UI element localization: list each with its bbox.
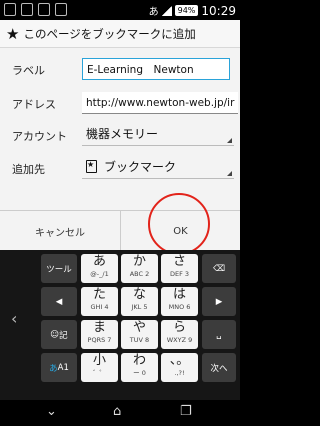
label-label: ラベル [12, 64, 45, 77]
mode-label: A1 [57, 362, 69, 373]
key-ta[interactable]: た GHI 4 [81, 287, 118, 316]
backspace-key[interactable]: ⌫ [202, 254, 236, 283]
dialog-title-bar: ★ このページをブックマークに追加 [0, 20, 240, 48]
clock: 10:29 [201, 3, 236, 18]
mode-switch-icon: あ [49, 363, 58, 374]
bookmark-folder-icon [86, 160, 97, 173]
dropdown-arrow-icon [227, 171, 232, 176]
arrow-right-icon: ▶ [215, 296, 223, 307]
symbol-label: 記 [59, 330, 68, 341]
input-mode-key[interactable]: あ A1 [41, 353, 77, 382]
account-value: 機器メモリー [86, 127, 159, 141]
software-keyboard: ‹ ツール ◀ ☺ 記 あ A1 あ @-_/1 か ABC 2 さ DEF 3 た GHI… [0, 250, 240, 400]
navigation-bar: ⌄ ⌂ ❐ [0, 400, 240, 426]
tool-key[interactable]: ツール [41, 254, 77, 283]
label-input[interactable]: E-Learning Newton [82, 58, 230, 80]
account-label: アカウント [12, 130, 67, 143]
emoji-icon: ☺ [50, 329, 60, 340]
app-icon [4, 3, 16, 16]
add-to-label: 追加先 [12, 163, 45, 176]
key-ra[interactable]: ら WXYZ 9 [161, 320, 198, 349]
dialog-title: このページをブックマークに追加 [23, 26, 196, 41]
arrow-left-key[interactable]: ◀ [41, 287, 77, 316]
account-dropdown[interactable]: 機器メモリー [82, 122, 234, 146]
arrow-right-key[interactable]: ▶ [202, 287, 236, 316]
address-label: アドレス [12, 98, 56, 111]
next-key[interactable]: 次へ [202, 353, 236, 382]
key-punctuation[interactable]: 、。.,?! [161, 353, 198, 382]
chevron-left-icon[interactable]: ‹ [11, 309, 17, 328]
star-icon: ★ [6, 24, 20, 43]
notification-icons [4, 3, 67, 16]
key-ha[interactable]: は MNO 6 [161, 287, 198, 316]
add-to-dropdown[interactable]: ブックマーク [82, 155, 234, 179]
key-na[interactable]: な JKL 5 [121, 287, 158, 316]
key-small-kana[interactable]: 小゛゜ [81, 353, 118, 382]
key-ya[interactable]: や TUV 8 [121, 320, 158, 349]
sim-icon [21, 3, 33, 16]
status-bar: あ 94% 10:29 [0, 0, 240, 20]
home-icon[interactable]: ⌂ [113, 404, 121, 419]
signal-icon [161, 5, 172, 16]
key-a[interactable]: あ @-_/1 [81, 254, 118, 283]
add-bookmark-dialog: ★ このページをブックマークに追加 ラベル E-Learning Newton … [0, 20, 240, 255]
space-icon: ␣ [216, 329, 222, 340]
cancel-button[interactable]: キャンセル [0, 211, 120, 251]
info-icon [55, 3, 67, 16]
key-ma[interactable]: ま PQRS 7 [81, 320, 118, 349]
dropdown-arrow-icon [227, 138, 232, 143]
key-wa[interactable]: わー 0 [121, 353, 158, 382]
back-icon[interactable]: ⌄ [46, 404, 57, 419]
input-mode-indicator: あ [148, 7, 159, 18]
add-to-value: ブックマーク [104, 160, 177, 174]
backspace-icon: ⌫ [212, 263, 226, 274]
key-ka[interactable]: か ABC 2 [121, 254, 158, 283]
shield-icon [38, 3, 50, 16]
key-sa[interactable]: さ DEF 3 [161, 254, 198, 283]
highlight-circle [148, 193, 210, 255]
symbol-key[interactable]: ☺ 記 [41, 320, 77, 349]
space-key[interactable]: ␣ [202, 320, 236, 349]
battery-indicator: 94% [174, 5, 199, 16]
arrow-left-icon: ◀ [55, 296, 63, 307]
recent-apps-icon[interactable]: ❐ [180, 404, 192, 419]
address-input[interactable]: http://www.newton-web.jp/ir [82, 92, 238, 114]
